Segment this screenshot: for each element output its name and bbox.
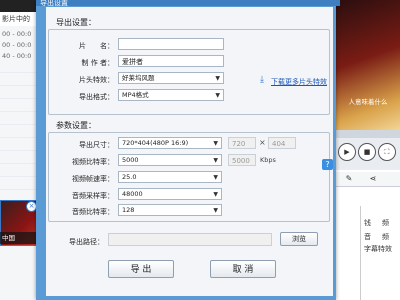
- dialog-title: 导出设置: [36, 0, 340, 6]
- format-label: 导出格式：: [79, 93, 114, 101]
- format-select[interactable]: MP4格式 ▼: [118, 89, 224, 101]
- audio-bitrate-label: 音频比特率：: [72, 208, 114, 216]
- framerate-label: 视频帧速率：: [72, 175, 114, 183]
- panel-item[interactable]: 钱: [364, 218, 371, 228]
- export-path-input[interactable]: [108, 233, 272, 246]
- background-left-panel: 影片中的 00 - 00:0 00 - 00:0 40 - 00:0 × 中国: [0, 0, 42, 300]
- opening-effect-label: 片头特效：: [79, 76, 114, 84]
- size-select[interactable]: 720*404(480P 16:9) ▼: [118, 137, 222, 149]
- dialog-body: 导出设置： 片 名： 制 作 者： 爱拼者 片头特效： 好莱坞风题 ▼ ⤓ 下载…: [46, 7, 333, 296]
- share-icon[interactable]: ⋖: [368, 174, 378, 184]
- author-input[interactable]: 爱拼者: [118, 55, 224, 67]
- opening-effect-select[interactable]: 好莱坞风题 ▼: [118, 72, 224, 84]
- times-sign: ×: [259, 138, 266, 147]
- video-bitrate-select[interactable]: 5000 ▼: [118, 154, 222, 166]
- panel-item[interactable]: 频: [382, 218, 389, 228]
- background-right-panel: 人意味着什么 ▶ ■ ⛶ ✎ ⋖ 钱 频 音 频 字幕特效: [336, 0, 400, 300]
- height-input[interactable]: 404: [268, 137, 296, 149]
- chevron-down-icon: ▼: [215, 92, 220, 99]
- play-icon[interactable]: ▶: [338, 143, 356, 161]
- framerate-value: 25.0: [122, 173, 137, 181]
- video-subtitle: 人意味着什么: [348, 98, 388, 106]
- audio-bitrate-select[interactable]: 128 ▼: [118, 204, 222, 216]
- chevron-down-icon: ▼: [213, 157, 218, 164]
- export-button[interactable]: 导 出: [108, 260, 174, 278]
- audio-bitrate-value: 128: [122, 206, 135, 214]
- download-more-effects-link[interactable]: 下载更多片头特效: [271, 77, 327, 87]
- author-label: 制 作 者：: [81, 59, 114, 67]
- download-icon[interactable]: ⤓: [260, 75, 269, 85]
- stop-icon[interactable]: ■: [358, 143, 376, 161]
- chevron-down-icon: ▼: [213, 174, 218, 181]
- clip-caption: 中国: [0, 232, 38, 244]
- chevron-down-icon: ▼: [213, 207, 218, 214]
- samplerate-value: 48000: [122, 190, 143, 198]
- format-value: MP4格式: [122, 91, 149, 99]
- samplerate-select[interactable]: 48000 ▼: [118, 188, 222, 200]
- kbps-unit: Kbps: [260, 156, 276, 164]
- size-label: 导出尺寸：: [79, 141, 114, 149]
- export-settings-heading: 导出设置：: [56, 18, 96, 27]
- background-list: [0, 60, 40, 200]
- chevron-down-icon: ▼: [213, 140, 218, 147]
- chevron-down-icon: ▼: [213, 191, 218, 198]
- background-title-strip: [0, 0, 40, 12]
- framerate-select[interactable]: 25.0 ▼: [118, 171, 222, 183]
- video-bitrate-custom-input[interactable]: 5000: [228, 154, 256, 166]
- panel-item[interactable]: 频: [382, 232, 389, 242]
- size-value: 720*404(480P 16:9): [122, 139, 189, 147]
- param-settings-heading: 参数设置：: [56, 121, 96, 130]
- help-icon[interactable]: ?: [322, 159, 333, 170]
- video-bitrate-label: 视频比特率：: [72, 158, 114, 166]
- fullscreen-icon[interactable]: ⛶: [378, 143, 396, 161]
- name-label: 片 名：: [79, 42, 114, 50]
- panel-item[interactable]: 字幕特效: [364, 244, 392, 254]
- video-preview: [336, 0, 400, 130]
- panel-item[interactable]: 音: [364, 232, 371, 242]
- edit-icon[interactable]: ✎: [344, 174, 354, 184]
- samplerate-label: 音频采样率：: [72, 192, 114, 200]
- browse-button[interactable]: 浏览: [280, 232, 318, 246]
- name-input[interactable]: [118, 38, 224, 50]
- video-bitrate-value: 5000: [122, 156, 139, 164]
- width-input[interactable]: 720: [228, 137, 256, 149]
- seek-bar[interactable]: [336, 130, 400, 138]
- export-dialog: 导出设置 导出设置： 片 名： 制 作 者： 爱拼者 片头特效： 好莱坞风题 ▼…: [36, 0, 340, 300]
- cancel-button[interactable]: 取 消: [210, 260, 276, 278]
- opening-effect-value: 好莱坞风题: [122, 74, 155, 82]
- chevron-down-icon: ▼: [215, 75, 220, 82]
- export-path-label: 导出路径：: [69, 238, 104, 246]
